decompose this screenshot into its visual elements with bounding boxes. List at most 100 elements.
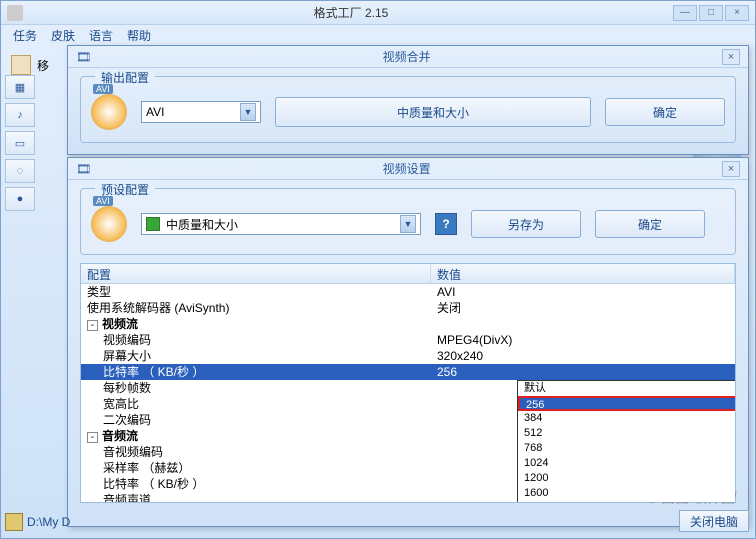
table-row[interactable]: -视频流 (81, 316, 735, 332)
tool-icon[interactable] (11, 55, 31, 75)
minimize-button[interactable]: — (673, 5, 697, 21)
settings-dialog-icon: 🎞 (76, 162, 91, 176)
merge-dialog: 🎞 视频合并 × 输出配置 AVI AVI ▼ 中质量和大小 (67, 45, 749, 155)
sidebar-item-3[interactable]: ◌ (5, 159, 35, 183)
config-table: 配置 数值 类型AVI使用系统解码器 (AviSynth)关闭-视频流视频编码M… (80, 263, 736, 503)
disk-icon (146, 217, 160, 231)
config-cell: 宽高比 (81, 396, 431, 412)
preset-avi-icon-wrap: AVI (91, 206, 127, 242)
quality-button[interactable]: 中质量和大小 (275, 97, 591, 127)
merge-ok-button[interactable]: 确定 (605, 98, 725, 126)
dropdown-option[interactable]: 1024 (518, 456, 736, 471)
config-cell: 音视频编码 (81, 444, 431, 460)
dropdown-option[interactable]: 默认 (518, 381, 736, 396)
avi-tag: AVI (93, 84, 113, 94)
sidebar: ▦ ♪ ▭ ◌ ● (5, 75, 39, 211)
menu-language[interactable]: 语言 (89, 27, 113, 43)
merge-dialog-titlebar: 🎞 视频合并 × (68, 46, 748, 68)
config-cell: 二次编码 (81, 412, 431, 428)
preset-select[interactable]: 中质量和大小 ▼ (141, 213, 421, 235)
settings-ok-button[interactable]: 确定 (595, 210, 705, 238)
shutdown-button[interactable]: 关闭电脑 (679, 510, 749, 532)
dropdown-option[interactable]: 768 (518, 441, 736, 456)
tree-collapse-icon[interactable]: - (87, 320, 98, 331)
table-header: 配置 数值 (81, 264, 735, 284)
close-button[interactable]: × (725, 5, 749, 21)
format-select[interactable]: AVI ▼ (141, 101, 261, 123)
format-select-value: AVI (146, 105, 164, 119)
group-label: 视频流 (102, 317, 138, 331)
config-cell: 采样率 （赫兹） (81, 460, 431, 476)
disk-icon[interactable] (5, 513, 23, 531)
table-row[interactable]: 视频编码MPEG4(DivX) (81, 332, 735, 348)
help-button[interactable]: ? (435, 213, 457, 235)
dropdown-option[interactable]: 256 (518, 396, 736, 411)
group-label: 音频流 (102, 429, 138, 443)
config-cell: 比特率 （ KB/秒 ） (81, 476, 431, 492)
app-title: 格式工厂 2.15 (29, 4, 673, 21)
config-cell: -音频流 (81, 428, 431, 444)
shutdown-label: 关闭电脑 (690, 513, 738, 530)
window-buttons: — □ × (673, 5, 749, 21)
tree-collapse-icon[interactable]: - (87, 432, 98, 443)
table-row[interactable]: 屏幕大小320x240 (81, 348, 735, 364)
value-cell[interactable] (431, 316, 735, 332)
merge-ok-label: 确定 (653, 104, 677, 121)
table-row[interactable]: 比特率 （ KB/秒 ）256▼ (81, 364, 735, 380)
preset-avi-tag: AVI (93, 196, 113, 206)
table-row[interactable]: 使用系统解码器 (AviSynth)关闭 (81, 300, 735, 316)
config-cell: 比特率 （ KB/秒 ） (81, 364, 431, 380)
dropdown-option[interactable]: 1200 (518, 471, 736, 486)
config-cell: 使用系统解码器 (AviSynth) (81, 300, 431, 316)
value-cell[interactable]: MPEG4(DivX) (431, 332, 735, 348)
main-content: 移 ▦ ♪ ▭ ◌ ● nline 🎞 视频合并 × 输出配置 AVI (1, 45, 755, 538)
bitrate-dropdown-popup: 默认2563845127681024120016002400 (517, 380, 736, 503)
merge-dialog-title: 视频合并 (91, 48, 722, 65)
settings-dialog-titlebar: 🎞 视频设置 × (68, 158, 748, 180)
chevron-down-icon: ▼ (240, 103, 256, 121)
value-cell[interactable]: AVI (431, 284, 735, 300)
sidebar-item-2[interactable]: ▭ (5, 131, 35, 155)
main-titlebar: 格式工厂 2.15 — □ × (1, 1, 755, 25)
settings-ok-label: 确定 (638, 216, 662, 233)
config-cell: -视频流 (81, 316, 431, 332)
value-cell[interactable]: 256▼ (431, 364, 735, 380)
value-cell[interactable]: 320x240 (431, 348, 735, 364)
dropdown-option[interactable]: 384 (518, 411, 736, 426)
menu-skin[interactable]: 皮肤 (51, 27, 75, 43)
sidebar-item-1[interactable]: ♪ (5, 103, 35, 127)
save-as-button[interactable]: 另存为 (471, 210, 581, 238)
sidebar-item-0[interactable]: ▦ (5, 75, 35, 99)
config-cell: 每秒帧数 (81, 380, 431, 396)
settings-dialog: 🎞 视频设置 × 预设配置 AVI 中质量和大小 ▼ ? (67, 157, 749, 527)
col-value[interactable]: 数值 (431, 264, 735, 283)
preset-fieldset: 预设配置 AVI 中质量和大小 ▼ ? 另存为 (80, 188, 736, 255)
table-row[interactable]: 类型AVI (81, 284, 735, 300)
taskbar: D:\My D (5, 510, 70, 534)
maximize-button[interactable]: □ (699, 5, 723, 21)
save-as-label: 另存为 (508, 216, 544, 233)
taskbar-path[interactable]: D:\My D (27, 515, 70, 529)
preset-avi-icon (91, 206, 127, 242)
sidebar-item-4[interactable]: ● (5, 187, 35, 211)
merge-dialog-icon: 🎞 (76, 50, 91, 64)
dropdown-option[interactable]: 512 (518, 426, 736, 441)
config-cell: 屏幕大小 (81, 348, 431, 364)
tool-label: 移 (37, 57, 49, 74)
menu-help[interactable]: 帮助 (127, 27, 151, 43)
quality-button-label: 中质量和大小 (397, 104, 469, 121)
settings-dialog-close[interactable]: × (722, 161, 740, 177)
main-window: 格式工厂 2.15 — □ × 任务 皮肤 语言 帮助 移 ▦ ♪ ▭ ◌ ● … (0, 0, 756, 539)
chevron-down-icon: ▼ (400, 215, 416, 233)
config-cell: 类型 (81, 284, 431, 300)
config-cell: 音频声道 (81, 492, 431, 503)
avi-icon-wrap: AVI (91, 94, 127, 130)
dropdown-option[interactable]: 1600 (518, 486, 736, 501)
value-cell[interactable]: 关闭 (431, 300, 735, 316)
preset-select-value: 中质量和大小 (166, 216, 238, 233)
app-icon (7, 5, 23, 21)
avi-icon (91, 94, 127, 130)
merge-dialog-close[interactable]: × (722, 49, 740, 65)
menu-task[interactable]: 任务 (13, 27, 37, 43)
col-config[interactable]: 配置 (81, 264, 431, 283)
